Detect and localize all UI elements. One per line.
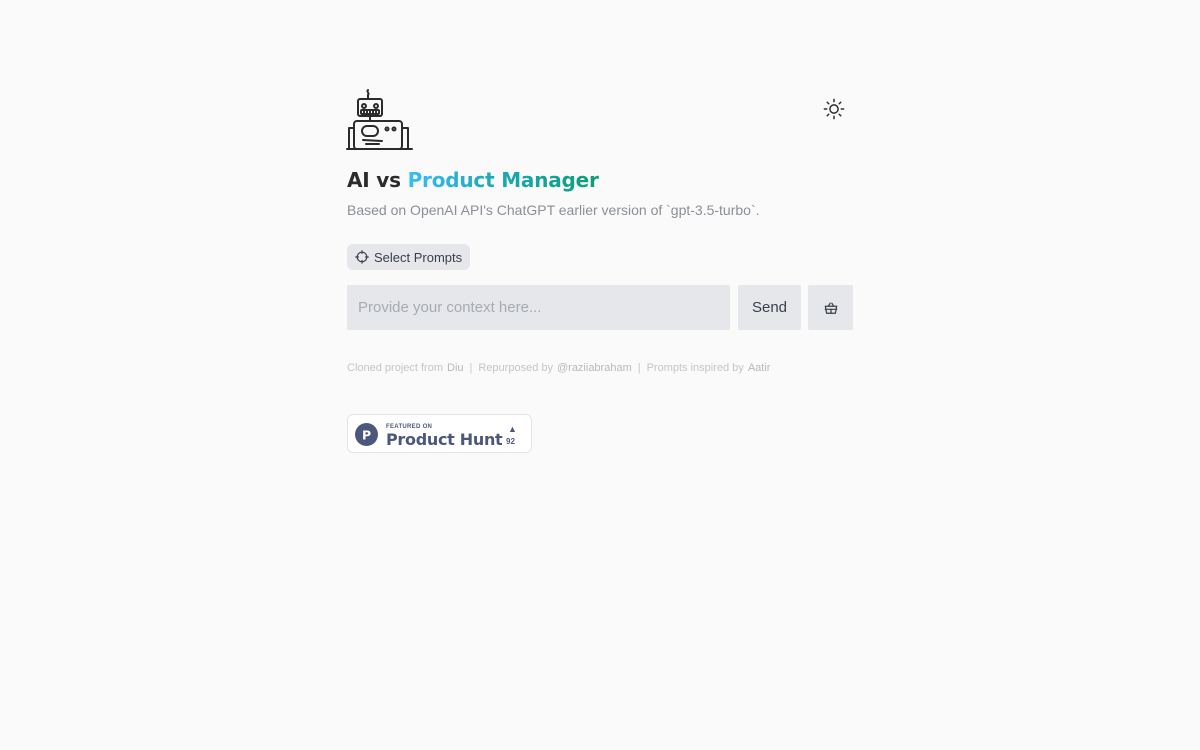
separator: | (469, 362, 473, 374)
select-prompts-label: Select Prompts (374, 249, 463, 265)
crosshair-icon (355, 250, 369, 264)
credits-footer: Cloned project from Diu | Repurposed by @raz… (347, 361, 853, 375)
composer-row: Send (347, 285, 853, 330)
upvote-count: 92 (506, 437, 515, 446)
product-hunt-name: Product Hunt (386, 430, 503, 449)
title-prefix: AI vs (347, 168, 401, 192)
repurposed-link[interactable]: @raziiabraham (557, 362, 632, 374)
clear-button[interactable] (808, 285, 853, 330)
title-highlight: Product Manager (407, 168, 599, 192)
page-title: AI vs Product Manager (347, 167, 853, 193)
product-hunt-logo-letter: P (362, 427, 371, 442)
inspired-link[interactable]: Aatir (748, 362, 771, 374)
product-hunt-logo-icon: P (355, 423, 378, 446)
send-button[interactable]: Send (738, 285, 801, 330)
separator: | (637, 362, 641, 374)
main-container: AI vs Product Manager Based on OpenAI AP… (346, 88, 853, 453)
repurposed-text: Repurposed by (478, 362, 553, 374)
select-prompts-button[interactable]: Select Prompts (347, 244, 471, 270)
robot-icon (346, 89, 413, 150)
context-input[interactable] (347, 285, 730, 330)
basket-icon (824, 302, 837, 314)
header-row (346, 88, 853, 154)
cloned-text: Cloned project from (347, 362, 443, 374)
upvote-arrow-icon: ▲ (508, 424, 517, 434)
sun-icon[interactable] (823, 98, 845, 120)
page-subtitle: Based on OpenAI API's ChatGPT earlier ve… (347, 202, 760, 218)
product-hunt-badge[interactable]: P FEATURED ON Product Hunt ▲ 92 (347, 414, 532, 453)
inspired-text: Prompts inspired by (646, 362, 744, 374)
cloned-link[interactable]: Diu (447, 362, 464, 374)
